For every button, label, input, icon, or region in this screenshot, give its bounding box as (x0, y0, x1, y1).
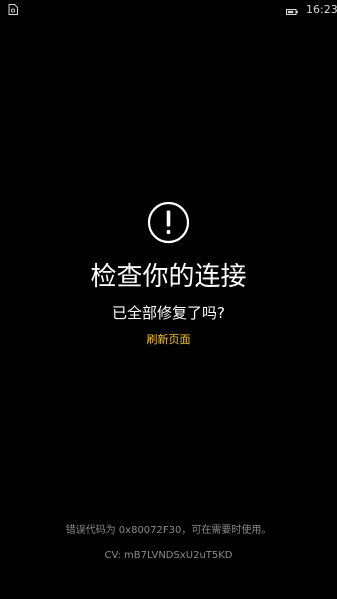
status-bar: 16:23 (0, 0, 337, 20)
error-code-text: 错误代码为 0x80072F30，可在需要时使用。 (65, 525, 272, 536)
status-time: 16:23 (306, 3, 337, 16)
sim-card-icon (8, 4, 18, 15)
refresh-page-link[interactable]: 刷新页面 (0, 332, 337, 348)
warning-circle-icon (147, 201, 190, 244)
battery-icon (286, 9, 298, 15)
error-subtitle: 已全部修复了吗? (112, 304, 225, 322)
error-title: 检查你的连接 (90, 262, 247, 292)
cv-code-text: CV: mB7LVNDSxU2uT5KD (104, 550, 233, 561)
